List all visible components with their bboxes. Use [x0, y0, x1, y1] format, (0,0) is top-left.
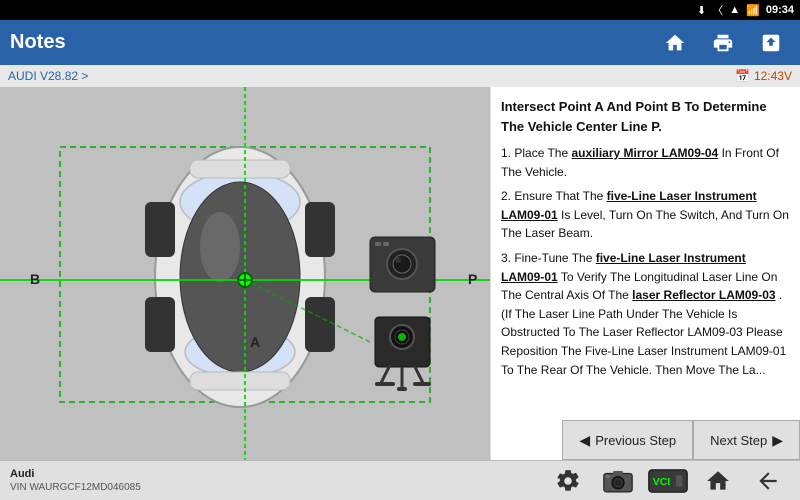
vci-button[interactable]: VCI: [646, 463, 690, 499]
timestamp: 📅 12:43V: [735, 69, 792, 83]
svg-text:P: P: [468, 271, 477, 287]
status-bar: ⬇ 〈 ▲ 📶 09:34: [0, 0, 800, 20]
car-area: B P A: [0, 87, 490, 460]
text-panel: Intersect Point A And Point B To Determi…: [490, 87, 800, 460]
nav-bar: Notes: [0, 20, 800, 65]
bluetooth-icon: ⬇: [697, 4, 706, 17]
main-content: B P A: [0, 87, 800, 460]
previous-step-button[interactable]: ◀ Previous Step: [562, 420, 693, 460]
wifi-icon: 〈: [712, 2, 723, 18]
home-bottom-button[interactable]: [696, 463, 740, 499]
svg-text:B: B: [30, 271, 40, 287]
print-button[interactable]: [704, 24, 742, 62]
page-title: Notes: [10, 31, 66, 54]
step-3: 3. Fine-Tune The five-Line Laser Instrum…: [501, 249, 790, 379]
vin-label: VIN WAURGCF12MD046085: [10, 481, 141, 494]
step-2: 2. Ensure That The five-Line Laser Instr…: [501, 187, 790, 243]
step-3-prefix: Fine-Tune The: [514, 251, 595, 265]
calendar-icon: 📅: [735, 69, 750, 83]
nav-icons: [656, 24, 790, 62]
next-arrow-icon: ▶: [772, 432, 783, 449]
svg-text:VCI: VCI: [653, 477, 670, 488]
camera-button[interactable]: [596, 463, 640, 499]
step-3-instrument2: laser Reflector LAM09-03: [632, 288, 775, 302]
instruction-heading: Intersect Point A And Point B To Determi…: [501, 97, 790, 136]
image-panel: B P A: [0, 87, 490, 460]
step-1-number: 1.: [501, 146, 514, 160]
nav-buttons: ◀ Previous Step Next Step ▶: [562, 420, 800, 460]
step-2-prefix: Ensure That The: [514, 189, 606, 203]
step-1-prefix: Place The: [514, 146, 571, 160]
signal-icon: ▲: [729, 4, 740, 16]
previous-step-label: Previous Step: [595, 433, 676, 448]
step-2-number: 2.: [501, 189, 514, 203]
step-3-number: 3.: [501, 251, 514, 265]
prev-arrow-icon: ◀: [579, 432, 590, 449]
car-info: Audi VIN WAURGCF12MD046085: [10, 467, 141, 494]
car-diagram: B P A: [0, 87, 490, 460]
status-time: 09:34: [766, 4, 794, 16]
bottom-icons: VCI: [546, 463, 790, 499]
settings-button[interactable]: [546, 463, 590, 499]
export-button[interactable]: [752, 24, 790, 62]
svg-text:A: A: [250, 334, 260, 350]
home-button[interactable]: [656, 24, 694, 62]
bt-icon: 📶: [746, 4, 760, 17]
bottom-bar: Audi VIN WAURGCF12MD046085 VCI: [0, 460, 800, 500]
next-step-button[interactable]: Next Step ▶: [693, 420, 800, 460]
step-1: 1. Place The auxiliary Mirror LAM09-04 I…: [501, 144, 790, 181]
breadcrumb: AUDI V28.82 > 📅 12:43V: [0, 65, 800, 87]
car-make: Audi: [10, 467, 141, 481]
step-1-instrument: auxiliary Mirror LAM09-04: [572, 146, 719, 160]
back-button[interactable]: [746, 463, 790, 499]
step-instructions: 1. Place The auxiliary Mirror LAM09-04 I…: [501, 144, 790, 379]
timestamp-value: 12:43V: [754, 69, 792, 83]
next-step-label: Next Step: [710, 433, 767, 448]
version-label: AUDI V28.82 >: [8, 69, 88, 83]
